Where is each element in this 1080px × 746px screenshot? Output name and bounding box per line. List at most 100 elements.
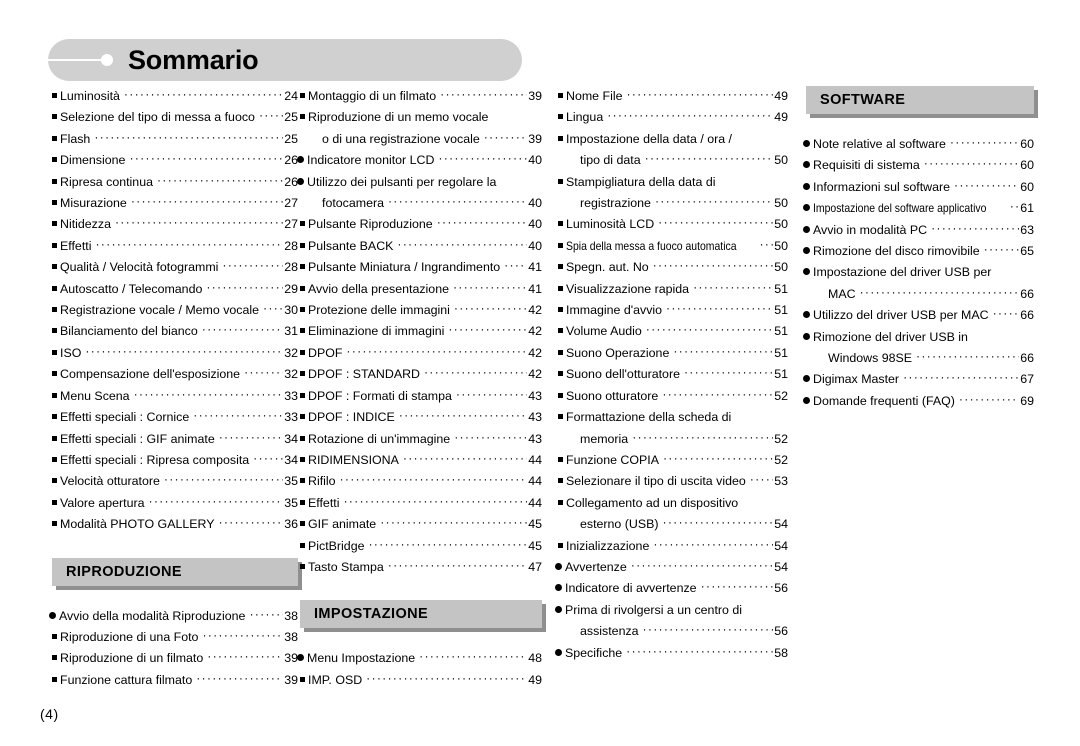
toc-entry-line[interactable]: Flash ···································…: [52, 129, 298, 150]
toc-entry-line[interactable]: Qualità / Velocità fotogrammi ···········…: [52, 257, 298, 278]
toc-entry[interactable]: Menu Impostazione·······················…: [300, 648, 542, 669]
toc-entry-line[interactable]: Suono dell'otturatore···················…: [558, 364, 788, 385]
toc-entry-line[interactable]: Effetti ·································…: [300, 493, 542, 514]
toc-entry-line[interactable]: Selezione del tipo di messa a fuoco·····…: [52, 107, 298, 128]
toc-entry-line[interactable]: Impostazione del software applicativo ···…: [806, 198, 1034, 219]
toc-entry[interactable]: Avvio della presentazione···············…: [300, 279, 542, 300]
toc-entry-line[interactable]: Avvio della presentazione···············…: [300, 279, 542, 300]
toc-entry-line[interactable]: Autoscatto / Telecomando ················…: [52, 279, 298, 300]
toc-entry[interactable]: Effetti speciali : Ripresa composita ····…: [52, 450, 298, 471]
toc-entry-line[interactable]: Formattazione della scheda di: [558, 407, 788, 428]
toc-entry-line[interactable]: Bilanciamento del bianco ················…: [52, 321, 298, 342]
toc-entry[interactable]: Digimax Master··························…: [806, 369, 1034, 390]
toc-entry-line[interactable]: Pulsante Miniatura / Ingrandimento······…: [300, 257, 542, 278]
toc-entry-line[interactable]: Digimax Master··························…: [806, 369, 1034, 390]
toc-entry-line[interactable]: ISO ·····································…: [52, 343, 298, 364]
toc-entry[interactable]: Collegamento ad un dispositivo esterno (U…: [558, 493, 788, 536]
toc-entry-continuation[interactable]: tipo di data····························…: [558, 150, 788, 171]
toc-entry-line[interactable]: Montaggio di un filmato·················…: [300, 86, 542, 107]
toc-entry-line[interactable]: Dimensione······························…: [52, 150, 298, 171]
toc-entry[interactable]: Nome File·······························…: [558, 86, 788, 107]
toc-entry-line[interactable]: Funzione COPIA··························…: [558, 450, 788, 471]
toc-entry-line[interactable]: Effetti speciali : GIF animate ··········…: [52, 429, 298, 450]
toc-entry-line[interactable]: Effetti ·································…: [52, 236, 298, 257]
toc-entry[interactable]: Luminosità ······························…: [52, 86, 298, 107]
toc-entry[interactable]: Specifiche······························…: [558, 643, 788, 664]
toc-entry-line[interactable]: RIDIMENSIONA····························…: [300, 450, 542, 471]
toc-entry[interactable]: Suono dell'otturatore···················…: [558, 364, 788, 385]
toc-entry-line[interactable]: Modalità PHOTO GALLERY··················…: [52, 514, 298, 535]
toc-entry[interactable]: Suono otturatore························…: [558, 386, 788, 407]
toc-entry-line[interactable]: Avvio in modalità PC····················…: [806, 220, 1034, 241]
toc-entry[interactable]: Effetti speciali : GIF animate ··········…: [52, 429, 298, 450]
toc-entry[interactable]: Rifilo ··································…: [300, 471, 542, 492]
toc-entry[interactable]: Selezione del tipo di messa a fuoco·····…: [52, 107, 298, 128]
toc-entry-line[interactable]: Suono otturatore························…: [558, 386, 788, 407]
toc-entry[interactable]: ISO ·····································…: [52, 343, 298, 364]
toc-entry[interactable]: Lingua··································…: [558, 107, 788, 128]
toc-entry[interactable]: Avvio in modalità PC····················…: [806, 220, 1034, 241]
toc-entry[interactable]: Flash ···································…: [52, 129, 298, 150]
toc-entry-line[interactable]: Rifilo ··································…: [300, 471, 542, 492]
toc-entry-line[interactable]: Eliminazione di immagini ················…: [300, 321, 542, 342]
toc-entry-continuation[interactable]: memoria·································…: [558, 429, 788, 450]
toc-entry-line[interactable]: DPOF : INDICE···························…: [300, 407, 542, 428]
toc-entry-line[interactable]: Volume Audio····························…: [558, 321, 788, 342]
toc-entry[interactable]: Utilizzo del driver USB per MAC·········…: [806, 305, 1034, 326]
toc-entry-line[interactable]: Riproduzione di un memo vocale: [300, 107, 542, 128]
toc-entry[interactable]: Riproduzione di una Foto ················…: [52, 627, 298, 648]
toc-entry[interactable]: DPOF : STANDARD·························…: [300, 364, 542, 385]
toc-entry[interactable]: Rimozione del disco rimovibile··········…: [806, 241, 1034, 262]
toc-entry[interactable]: DPOF : Formati di stampa················…: [300, 386, 542, 407]
toc-entry-line[interactable]: Utilizzo del driver USB per MAC·········…: [806, 305, 1034, 326]
toc-entry[interactable]: Volume Audio····························…: [558, 321, 788, 342]
toc-entry-continuation[interactable]: registrazione···························…: [558, 193, 788, 214]
toc-entry-continuation[interactable]: fotocamera······························…: [300, 193, 542, 214]
toc-entry-line[interactable]: Collegamento ad un dispositivo: [558, 493, 788, 514]
toc-entry-line[interactable]: Pulsante Riproduzione···················…: [300, 214, 542, 235]
toc-entry[interactable]: PictBridge ······························…: [300, 536, 542, 557]
toc-entry[interactable]: Selezionare il tipo di uscita video·····…: [558, 471, 788, 492]
toc-entry-line[interactable]: Avvertenze······························…: [558, 557, 788, 578]
toc-entry-line[interactable]: Note relative al software···············…: [806, 134, 1034, 155]
toc-entry-line[interactable]: Spia della messa a fuoco automatica ·····…: [558, 236, 788, 257]
toc-entry-line[interactable]: Avvio della modalità Riproduzione·······…: [52, 606, 298, 627]
toc-entry[interactable]: Registrazione vocale / Memo vocale······…: [52, 300, 298, 321]
toc-entry-continuation[interactable]: esterno (USB)···························…: [558, 514, 788, 535]
toc-entry[interactable]: Modalità PHOTO GALLERY··················…: [52, 514, 298, 535]
toc-entry-line[interactable]: Compensazione dell'esposizione··········…: [52, 364, 298, 385]
toc-entry[interactable]: Valore apertura ·························…: [52, 493, 298, 514]
toc-entry-line[interactable]: Immagine d'avvio························…: [558, 300, 788, 321]
toc-entry[interactable]: Spia della messa a fuoco automatica ·····…: [558, 236, 788, 257]
toc-entry[interactable]: GIF animate·····························…: [300, 514, 542, 535]
toc-entry-continuation[interactable]: Windows 98SE····························…: [806, 348, 1034, 369]
toc-entry[interactable]: Rimozione del driver USB in Windows 98SE ·…: [806, 327, 1034, 370]
toc-entry-continuation[interactable]: MAC·····································…: [806, 284, 1034, 305]
toc-entry[interactable]: Prima di rivolgersi a un centro di assist…: [558, 600, 788, 643]
toc-entry[interactable]: Funzione COPIA··························…: [558, 450, 788, 471]
toc-entry[interactable]: Utilizzo dei pulsanti per regolare la fot…: [300, 172, 542, 215]
toc-entry-line[interactable]: Ripresa continua ························…: [52, 172, 298, 193]
toc-entry-line[interactable]: PictBridge ······························…: [300, 536, 542, 557]
toc-entry[interactable]: Requisiti di sistema····················…: [806, 155, 1034, 176]
toc-entry-line[interactable]: Indicatore di avvertenze················…: [558, 578, 788, 599]
toc-entry[interactable]: Funzione cattura filmato ················…: [52, 670, 298, 691]
toc-entry-line[interactable]: Lingua··································…: [558, 107, 788, 128]
toc-entry[interactable]: Inizializzazione························…: [558, 536, 788, 557]
toc-entry-line[interactable]: DPOF : Formati di stampa················…: [300, 386, 542, 407]
toc-entry-line[interactable]: Impostazione della data / ora /: [558, 129, 788, 150]
toc-entry[interactable]: RIDIMENSIONA····························…: [300, 450, 542, 471]
toc-entry[interactable]: Eliminazione di immagini ················…: [300, 321, 542, 342]
toc-entry[interactable]: Nitidezza ·······························…: [52, 214, 298, 235]
toc-entry-line[interactable]: Suono Operazione························…: [558, 343, 788, 364]
toc-entry[interactable]: Riproduzione di un filmato ··············…: [52, 648, 298, 669]
toc-entry-line[interactable]: Visualizzazione rapida··················…: [558, 279, 788, 300]
toc-entry-line[interactable]: Menu Scena······························…: [52, 386, 298, 407]
toc-entry[interactable]: Riproduzione di un memo vocale o di una r…: [300, 107, 542, 150]
toc-entry[interactable]: Pulsante BACK···························…: [300, 236, 542, 257]
toc-entry[interactable]: Impostazione del software applicativo ···…: [806, 198, 1034, 219]
toc-entry-line[interactable]: DPOF····································…: [300, 343, 542, 364]
toc-entry-line[interactable]: Protezione delle immagini···············…: [300, 300, 542, 321]
toc-entry[interactable]: Stampigliatura della data di registrazion…: [558, 172, 788, 215]
toc-entry-line[interactable]: Utilizzo dei pulsanti per regolare la: [300, 172, 542, 193]
